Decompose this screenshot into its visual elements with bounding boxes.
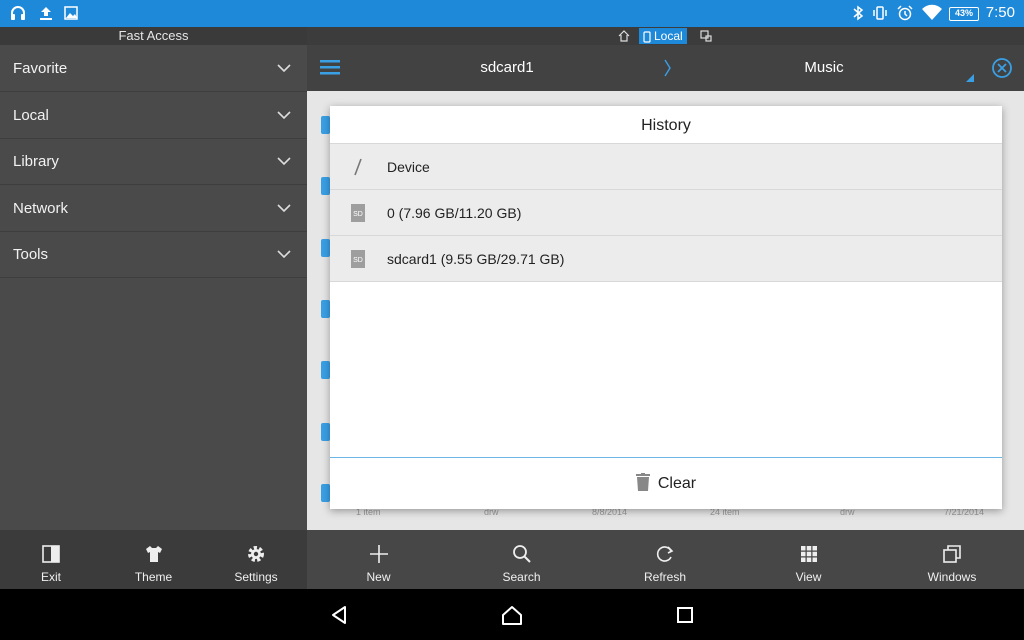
folder-icon	[321, 300, 330, 318]
dialog-title: History	[641, 117, 691, 134]
folder-icon	[321, 177, 330, 195]
back-icon[interactable]	[330, 605, 350, 625]
folder-icon	[321, 484, 330, 502]
alarm-icon	[897, 5, 913, 21]
folder-icon	[321, 116, 330, 134]
drawer-header: Fast Access	[0, 27, 307, 45]
history-dialog: History Device SD 0 (7.96 GB/11.20 GB) S…	[330, 106, 1002, 509]
clear-label: Clear	[657, 475, 697, 492]
folder-icon	[321, 361, 330, 379]
image-icon	[64, 6, 78, 20]
navigation-bar	[0, 589, 1024, 640]
drawer-item-local[interactable]: Local	[0, 93, 307, 139]
vibrate-icon	[873, 6, 887, 20]
theme-button[interactable]: Theme	[102, 530, 205, 589]
tab-label: Local	[654, 29, 683, 43]
history-item-sdcard1[interactable]: SD sdcard1 (9.55 GB/29.71 GB)	[330, 235, 1002, 282]
path-separator-icon	[664, 59, 671, 77]
history-item-device[interactable]: Device	[330, 143, 1002, 189]
drawer-item-network[interactable]: Network	[0, 186, 307, 232]
exit-label: Exit	[40, 570, 61, 584]
drawer-item-label: Library	[13, 153, 59, 170]
drawer-item-tools[interactable]: Tools	[0, 232, 307, 278]
path-segment-music[interactable]: Music	[764, 45, 884, 91]
gear-icon	[248, 546, 264, 562]
home-icon[interactable]	[618, 30, 630, 42]
bottom-toolbar: New Search Refresh View Windows	[307, 530, 1024, 589]
window-switcher: Local	[307, 27, 1024, 45]
windows-label: Windows	[927, 570, 977, 584]
menu-icon[interactable]	[320, 58, 340, 76]
wifi-icon	[922, 4, 942, 20]
home-icon[interactable]	[501, 604, 523, 626]
chevron-down-icon	[277, 250, 291, 259]
drawer-item-label: Favorite	[13, 60, 68, 77]
slash-icon	[354, 158, 362, 176]
refresh-icon	[656, 546, 674, 562]
view-label: View	[795, 570, 822, 584]
sd-badge: SD	[353, 211, 363, 218]
drawer-item-label: Local	[13, 107, 49, 124]
drawer-item-label: Network	[13, 200, 69, 217]
recents-icon[interactable]	[676, 606, 694, 624]
theme-label: Theme	[134, 570, 173, 584]
fast-access-drawer: Fast Access Favorite Local Library Netwo…	[0, 27, 307, 530]
dropdown-corner-icon[interactable]	[966, 74, 974, 82]
headphones-icon	[11, 6, 25, 20]
network-tab-icon[interactable]	[700, 30, 712, 42]
new-button[interactable]: New	[307, 530, 450, 589]
search-button[interactable]: Search	[450, 530, 593, 589]
trash-icon	[635, 472, 650, 491]
history-item-label: sdcard1 (9.55 GB/29.71 GB)	[387, 251, 565, 267]
history-item-storage-0[interactable]: SD 0 (7.96 GB/11.20 GB)	[330, 189, 1002, 235]
sd-card-icon: SD	[351, 204, 365, 222]
tab-local[interactable]: Local	[639, 28, 687, 44]
view-button[interactable]: View	[737, 530, 880, 589]
close-circle-icon[interactable]	[991, 57, 1013, 79]
upload-icon	[40, 7, 52, 20]
sd-card-icon: SD	[351, 250, 365, 268]
folder-icon	[321, 239, 330, 257]
path-segment-sdcard1[interactable]: sdcard1	[447, 45, 567, 91]
status-bar: 43% 7:50	[0, 0, 1024, 27]
windows-icon	[943, 545, 961, 563]
bluetooth-icon	[853, 5, 864, 21]
chevron-down-icon	[277, 204, 291, 213]
new-label: New	[366, 570, 391, 584]
drawer-item-label: Tools	[13, 246, 49, 263]
chevron-down-icon	[277, 64, 291, 73]
windows-button[interactable]: Windows	[880, 530, 1024, 589]
history-item-label: 0 (7.96 GB/11.20 GB)	[387, 205, 522, 221]
battery-indicator: 43%	[949, 7, 979, 21]
phone-icon	[643, 31, 651, 43]
refresh-button[interactable]: Refresh	[593, 530, 737, 589]
exit-button[interactable]: Exit	[0, 530, 102, 589]
settings-button[interactable]: Settings	[205, 530, 307, 589]
refresh-label: Refresh	[643, 570, 687, 584]
drawer-bottom-bar: Exit Theme Settings	[0, 530, 307, 589]
chevron-down-icon	[277, 111, 291, 120]
history-item-label: Device	[387, 159, 430, 175]
path-bar: sdcard1 Music	[307, 45, 1024, 91]
sd-badge: SD	[353, 257, 363, 264]
clock: 7:50	[985, 4, 1015, 21]
drawer-item-favorite[interactable]: Favorite	[0, 46, 307, 92]
folder-icon	[321, 423, 330, 441]
grid-icon	[800, 546, 817, 562]
search-icon	[512, 545, 531, 563]
exit-icon	[42, 545, 60, 563]
plus-icon	[369, 545, 388, 563]
drawer-item-library[interactable]: Library	[0, 139, 307, 185]
clear-button[interactable]: Clear	[330, 458, 1002, 509]
chevron-down-icon	[277, 157, 291, 166]
settings-label: Settings	[234, 570, 278, 584]
search-label: Search	[502, 570, 541, 584]
shirt-icon	[145, 546, 162, 562]
